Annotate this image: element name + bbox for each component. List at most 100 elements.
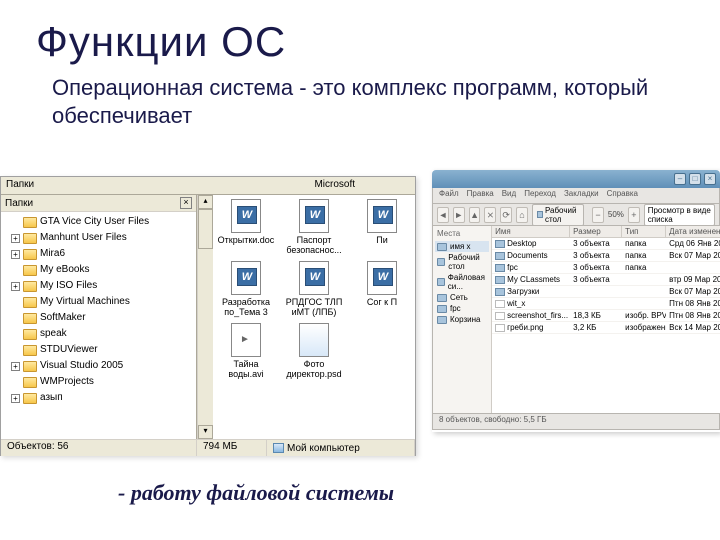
column-header[interactable]: Дата изменения: [666, 226, 720, 237]
scroll-thumb[interactable]: [198, 209, 213, 249]
folder-icon: [23, 345, 37, 356]
file-icon-label: Разработка по_Тема 3: [217, 297, 275, 317]
forward-button[interactable]: ►: [453, 207, 465, 223]
scroll-up-button[interactable]: ▴: [198, 195, 213, 209]
folder-icon: [23, 249, 37, 260]
folder-icon: [23, 265, 37, 276]
places-item[interactable]: Рабочий стол: [435, 252, 489, 272]
tree-item[interactable]: +My ISO Files: [3, 278, 194, 294]
tree-item[interactable]: SoftMaker: [3, 310, 194, 326]
menu-item[interactable]: Закладки: [564, 189, 599, 202]
slide-subtitle: Операционная система - это комплекс прог…: [0, 66, 720, 129]
file-icon-item[interactable]: Открытки.doc: [217, 199, 275, 255]
close-button[interactable]: ×: [704, 173, 716, 185]
reload-button[interactable]: ⟳: [500, 207, 512, 223]
expand-toggle[interactable]: +: [11, 282, 20, 291]
file-icon-item[interactable]: Сог к П: [353, 261, 411, 317]
file-row[interactable]: ЗагрузкиВск 07 Мар 2010 13:09: [492, 286, 720, 298]
tree-item[interactable]: +Manhunt User Files: [3, 230, 194, 246]
file-icon-item[interactable]: Пи: [353, 199, 411, 255]
zoom-in-button[interactable]: +: [628, 207, 640, 223]
menu-item[interactable]: Правка: [467, 189, 494, 202]
places-item-label: имя х: [450, 242, 471, 251]
zoom-out-button[interactable]: −: [592, 207, 604, 223]
xp-file-icons-area[interactable]: Открытки.docПаспорт безопаснос...Пи Разра…: [213, 195, 415, 439]
gnome-file-list[interactable]: ИмяРазмерТипДата изменения Desktop3 объе…: [492, 226, 720, 413]
file-icon-item[interactable]: Разработка по_Тема 3: [217, 261, 275, 317]
file-row[interactable]: греби.png3,2 КБизображение PNGВск 14 Мар…: [492, 322, 720, 334]
folder-icon: [23, 377, 37, 388]
file-row[interactable]: screenshot_firs...18,3 КБизобр. BPVПтн 0…: [492, 310, 720, 322]
file-row[interactable]: wit_xПтн 08 Янв 2011 11:45: [492, 298, 720, 310]
tree-item[interactable]: +азып: [3, 390, 194, 406]
file-icon-label: РПДГОС ТЛП иМТ (ЛПБ): [285, 297, 343, 317]
places-item[interactable]: Сеть: [435, 292, 489, 303]
expand-toggle[interactable]: +: [11, 234, 20, 243]
close-icon[interactable]: ×: [180, 197, 192, 209]
menu-item[interactable]: Файл: [439, 189, 459, 202]
gnome-toolbar: ◄ ► ▲ ⨯ ⟳ ⌂ Рабочий стол − 50% + Просмот…: [432, 204, 720, 226]
tree-item[interactable]: My Virtual Machines: [3, 294, 194, 310]
places-item[interactable]: Корзина: [435, 314, 489, 325]
file-icon-item[interactable]: Паспорт безопаснос...: [285, 199, 343, 255]
slide-title: Функции ОС: [0, 0, 720, 66]
file-icon-item[interactable]: РПДГОС ТЛП иМТ (ЛПБ): [285, 261, 343, 317]
tree-item-label: STDUViewer: [40, 343, 98, 357]
up-button[interactable]: ▲: [469, 207, 481, 223]
scrollbar[interactable]: ▴ ▾: [197, 195, 213, 439]
gnome-menubar[interactable]: Файл Правка Вид Переход Закладки Справка: [432, 188, 720, 204]
tree-item[interactable]: GTA Vice City User Files: [3, 214, 194, 230]
xp-sidebar-header-label: Папки: [5, 198, 33, 209]
expand-toggle: [11, 314, 20, 323]
column-header[interactable]: Размер: [570, 226, 622, 237]
menu-item[interactable]: Вид: [502, 189, 516, 202]
home-button[interactable]: ⌂: [516, 207, 528, 223]
tree-item[interactable]: +Mira6: [3, 246, 194, 262]
scroll-down-button[interactable]: ▾: [198, 425, 213, 439]
stop-button[interactable]: ⨯: [484, 207, 496, 223]
places-item[interactable]: имя х: [435, 241, 489, 252]
back-button[interactable]: ◄: [437, 207, 449, 223]
maximize-button[interactable]: □: [689, 173, 701, 185]
tree-item[interactable]: My eBooks: [3, 262, 194, 278]
places-item[interactable]: fpc: [435, 303, 489, 314]
folder-icon: [23, 297, 37, 308]
view-mode-select[interactable]: Просмотр в виде списка: [644, 204, 715, 226]
status-location: Мой компьютер: [267, 440, 415, 456]
minimize-button[interactable]: –: [674, 173, 686, 185]
file-row[interactable]: Documents3 объектапапкаВск 07 Мар 2010 1…: [492, 250, 720, 262]
tree-item[interactable]: +Visual Studio 2005: [3, 358, 194, 374]
expand-toggle[interactable]: +: [11, 394, 20, 403]
gnome-status-bar: 8 объектов, свободно: 5,5 ГБ: [432, 414, 720, 430]
cell: втр 09 Мар 2010 9:19: [666, 275, 720, 284]
menu-item[interactable]: Справка: [607, 189, 638, 202]
tree-item[interactable]: STDUViewer: [3, 342, 194, 358]
path-button[interactable]: Рабочий стол: [532, 204, 584, 226]
cell: Desktop: [492, 239, 570, 248]
cell: Птн 08 Янв 2011 11:45: [666, 299, 720, 308]
tree-item[interactable]: speak: [3, 326, 194, 342]
tree-item-label: WMProjects: [40, 375, 94, 389]
places-header: Места: [435, 228, 489, 241]
file-row[interactable]: Desktop3 объектапапкаСрд 06 Янв 2010 19:…: [492, 238, 720, 250]
column-header[interactable]: Имя: [492, 226, 570, 237]
status-size: 794 МБ: [197, 440, 267, 456]
expand-toggle[interactable]: +: [11, 250, 20, 259]
column-header[interactable]: Тип: [622, 226, 666, 237]
folder-icon: [495, 288, 505, 296]
cell: Срд 06 Янв 2010 19:29: [666, 239, 720, 248]
column-headers[interactable]: ИмяРазмерТипДата изменения: [492, 226, 720, 238]
file-row[interactable]: My CLassmets3 объектавтр 09 Мар 2010 9:1…: [492, 274, 720, 286]
menu-item[interactable]: Переход: [524, 189, 556, 202]
file-row[interactable]: fpc3 объектапапка: [492, 262, 720, 274]
gnome-titlebar[interactable]: – □ ×: [432, 170, 720, 188]
expand-toggle[interactable]: +: [11, 362, 20, 371]
places-item[interactable]: Файловая си...: [435, 272, 489, 292]
xp-folder-tree[interactable]: GTA Vice City User Files+Manhunt User Fi…: [1, 212, 196, 408]
place-icon: [437, 316, 447, 324]
file-icon-item[interactable]: Тайна воды.avi: [217, 323, 275, 379]
tree-item[interactable]: WMProjects: [3, 374, 194, 390]
folder-icon: [23, 393, 37, 404]
folder-icon: [23, 313, 37, 324]
file-icon-item[interactable]: Фото директор.psd: [285, 323, 343, 379]
